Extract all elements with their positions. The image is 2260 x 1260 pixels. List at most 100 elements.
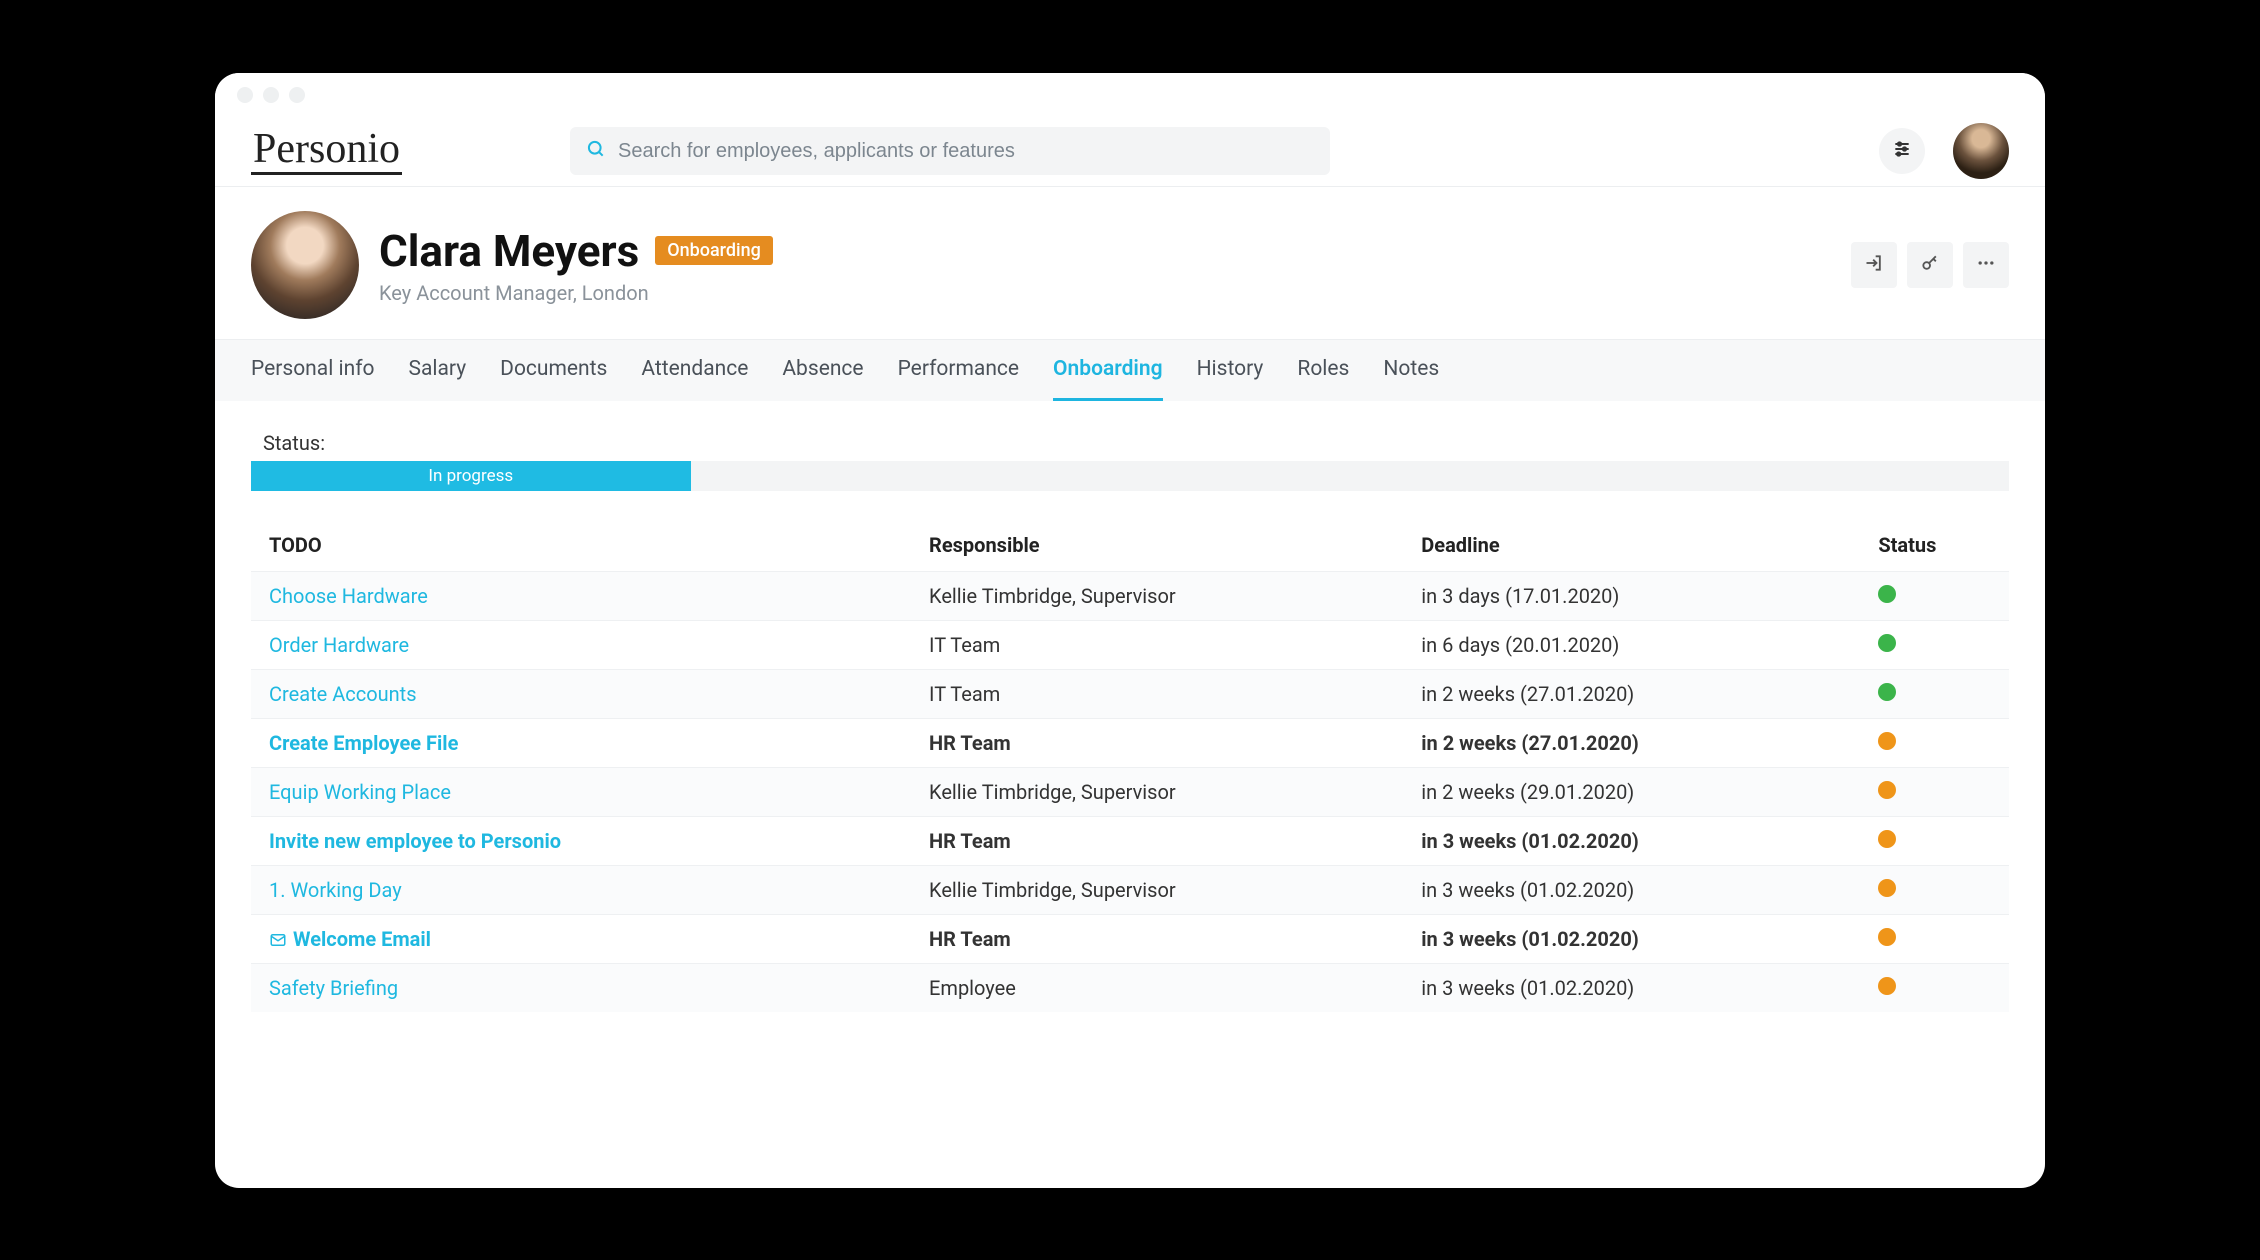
deadline-cell: in 3 weeks (01.02.2020) [1411, 816, 1868, 865]
tab-personal-info[interactable]: Personal info [251, 340, 375, 401]
table-row: Create Accounts IT Teamin 2 weeks (27.01.… [251, 669, 2009, 718]
employee-name: Clara Meyers [379, 225, 639, 277]
employee-avatar[interactable] [251, 211, 359, 319]
status-dot-icon [1878, 928, 1896, 946]
permissions-button[interactable] [1907, 242, 1953, 288]
todo-link[interactable]: Create Accounts [269, 682, 417, 706]
responsible-cell: IT Team [919, 620, 1411, 669]
status-badge: Onboarding [655, 236, 773, 265]
deadline-cell: in 2 weeks (27.01.2020) [1411, 718, 1868, 767]
responsible-cell: HR Team [919, 914, 1411, 963]
status-dot-icon [1878, 585, 1896, 603]
responsible-cell: Kellie Timbridge, Supervisor [919, 865, 1411, 914]
brand-logo[interactable]: Personio [251, 128, 402, 175]
tab-absence[interactable]: Absence [782, 340, 863, 401]
todo-link[interactable]: Order Hardware [269, 633, 409, 657]
progress-bar: In progress [251, 461, 2009, 491]
status-cell [1868, 669, 2009, 718]
status-cell [1868, 865, 2009, 914]
deadline-cell: in 3 weeks (01.02.2020) [1411, 963, 1868, 1012]
status-dot-icon [1878, 830, 1896, 848]
responsible-cell: Kellie Timbridge, Supervisor [919, 571, 1411, 620]
progress-text: In progress [428, 466, 513, 486]
table-row: Equip Working Place Kellie Timbridge, Sup… [251, 767, 2009, 816]
deadline-cell: in 2 weeks (27.01.2020) [1411, 669, 1868, 718]
status-label: Status: [263, 431, 2009, 455]
status-dot-icon [1878, 781, 1896, 799]
employee-subtitle: Key Account Manager, London [379, 281, 773, 305]
status-cell [1868, 914, 2009, 963]
search-icon [586, 139, 606, 163]
deadline-cell: in 2 weeks (29.01.2020) [1411, 767, 1868, 816]
table-row: 1. Working Day Kellie Timbridge, Supervis… [251, 865, 2009, 914]
deadline-cell: in 3 days (17.01.2020) [1411, 571, 1868, 620]
todo-link[interactable]: Welcome Email [293, 927, 431, 951]
tab-content-onboarding: Status: In progress TODO Responsible Dea… [215, 401, 2045, 1188]
tab-onboarding[interactable]: Onboarding [1053, 340, 1163, 401]
key-icon [1920, 253, 1940, 277]
tab-history[interactable]: History [1197, 340, 1264, 401]
responsible-cell: Kellie Timbridge, Supervisor [919, 767, 1411, 816]
tab-documents[interactable]: Documents [500, 340, 607, 401]
table-row: Invite new employee to Personio HR Teamin… [251, 816, 2009, 865]
responsible-cell: HR Team [919, 718, 1411, 767]
tab-notes[interactable]: Notes [1383, 340, 1439, 401]
app-window: Personio Clara Meyers Onboarding Key Acc… [215, 73, 2045, 1188]
table-row: Safety Briefing Employeein 3 weeks (01.02… [251, 963, 2009, 1012]
todo-link[interactable]: 1. Working Day [269, 878, 402, 902]
more-actions-button[interactable] [1963, 242, 2009, 288]
progress-fill: In progress [251, 461, 691, 491]
window-titlebar [215, 73, 2045, 117]
todo-link[interactable]: Safety Briefing [269, 976, 398, 1000]
status-cell [1868, 816, 2009, 865]
todo-link[interactable]: Create Employee File [269, 731, 458, 755]
table-row: Create Employee File HR Teamin 2 weeks (2… [251, 718, 2009, 767]
col-status: Status [1868, 519, 2009, 572]
table-row: Order Hardware IT Teamin 6 days (20.01.20… [251, 620, 2009, 669]
status-cell [1868, 767, 2009, 816]
window-control-minimize[interactable] [263, 87, 279, 103]
responsible-cell: Employee [919, 963, 1411, 1012]
status-cell [1868, 571, 2009, 620]
status-dot-icon [1878, 634, 1896, 652]
profile-header: Clara Meyers Onboarding Key Account Mana… [215, 187, 2045, 339]
col-responsible: Responsible [919, 519, 1411, 572]
status-cell [1868, 620, 2009, 669]
profile-info: Clara Meyers Onboarding Key Account Mana… [379, 225, 773, 305]
top-bar: Personio [215, 117, 2045, 187]
profile-actions [1851, 242, 2009, 288]
table-row: Welcome Email HR Teamin 3 weeks (01.02.20… [251, 914, 2009, 963]
window-control-close[interactable] [237, 87, 253, 103]
user-avatar[interactable] [1953, 123, 2009, 179]
status-dot-icon [1878, 732, 1896, 750]
status-cell [1868, 718, 2009, 767]
tab-roles[interactable]: Roles [1297, 340, 1349, 401]
more-horizontal-icon [1976, 253, 1996, 277]
responsible-cell: HR Team [919, 816, 1411, 865]
deadline-cell: in 6 days (20.01.2020) [1411, 620, 1868, 669]
status-cell [1868, 963, 2009, 1012]
filters-button[interactable] [1879, 128, 1925, 174]
tab-attendance[interactable]: Attendance [641, 340, 748, 401]
deadline-cell: in 3 weeks (01.02.2020) [1411, 914, 1868, 963]
status-dot-icon [1878, 879, 1896, 897]
status-dot-icon [1878, 977, 1896, 995]
tab-salary[interactable]: Salary [409, 340, 467, 401]
search-input[interactable] [618, 140, 1314, 163]
todo-link[interactable]: Invite new employee to Personio [269, 829, 561, 853]
mail-icon [269, 931, 287, 949]
global-search[interactable] [570, 127, 1330, 175]
todo-link[interactable]: Choose Hardware [269, 584, 428, 608]
tab-performance[interactable]: Performance [898, 340, 1019, 401]
sliders-icon [1892, 139, 1912, 163]
enter-icon [1864, 253, 1884, 277]
status-dot-icon [1878, 683, 1896, 701]
window-control-zoom[interactable] [289, 87, 305, 103]
todo-link[interactable]: Equip Working Place [269, 780, 451, 804]
onboarding-todo-table: TODO Responsible Deadline Status Choose … [251, 519, 2009, 1012]
responsible-cell: IT Team [919, 669, 1411, 718]
deadline-cell: in 3 weeks (01.02.2020) [1411, 865, 1868, 914]
profile-tabs: Personal info Salary Documents Attendance Ab… [215, 339, 2045, 401]
table-row: Choose Hardware Kellie Timbridge, Supervi… [251, 571, 2009, 620]
login-as-button[interactable] [1851, 242, 1897, 288]
